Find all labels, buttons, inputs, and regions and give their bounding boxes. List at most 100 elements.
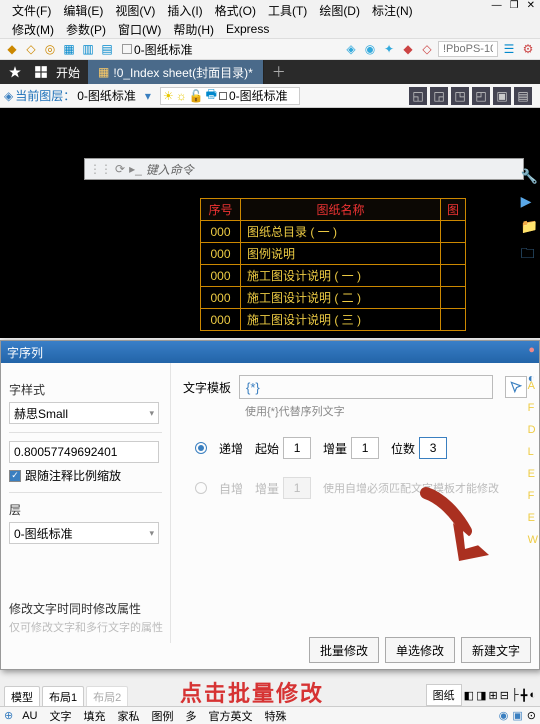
pick-button[interactable] [505,376,527,398]
side-tool-icon[interactable]: ▶ [521,193,538,210]
start-input[interactable]: 1 [283,437,311,459]
menu-view[interactable]: 视图(V) [111,2,159,19]
menu-insert[interactable]: 插入(I) [163,2,206,19]
main-menu: 文件(F) 编辑(E) 视图(V) 插入(I) 格式(O) 工具(T) 绘图(D… [0,0,540,20]
layer-icon[interactable]: ▣ [493,87,511,105]
style-select[interactable]: 赫思Small▾ [9,402,159,424]
status-icon[interactable]: ⊟ [500,689,509,702]
side-tool-icon[interactable]: 📁 [521,218,538,235]
menu-annotate[interactable]: 标注(N) [368,2,417,19]
layer-icon[interactable]: ◱ [409,87,427,105]
status-icon[interactable]: ⊙ [527,709,536,722]
layout-right-tab[interactable]: 图纸 [426,684,462,706]
menu-draw[interactable]: 绘图(D) [315,2,364,19]
layer-icon[interactable]: ◰ [472,87,490,105]
layer-icon[interactable]: ◲ [430,87,448,105]
layer-selector[interactable]: ☀ ☼ 🔓 🖶 0-图纸标准 [160,87,300,105]
start-tab[interactable]: 开始 [48,60,88,84]
search-icon[interactable]: ☰ [501,41,517,57]
new-text-button[interactable]: 新建文字 [461,637,531,663]
auto-hint: 使用自增必须匹配文字模板才能修改 [323,480,499,496]
menu-file[interactable]: 文件(F) [8,2,55,19]
layer-tool-icon[interactable]: ▾ [140,88,156,104]
tool-icon[interactable]: ▥ [80,41,96,57]
side-ruler: A F D L E F E W [528,380,538,546]
dialog-close-icon[interactable]: ● [528,344,535,356]
drawing-canvas[interactable]: ⋮⋮ ⟳ ▸_ 键入命令 序号 图纸名称 图 000图纸总目录 ( 一 ) 00… [0,108,540,338]
close-button[interactable]: ✕ [524,0,538,11]
layer-icon[interactable]: ◳ [451,87,469,105]
status-item[interactable]: 家私 [115,708,143,724]
height-input[interactable]: 0.80057749692401 [9,441,159,463]
template-input[interactable]: {*} [239,375,493,399]
instruction-caption: 点击批量修改 [180,676,324,708]
side-tool-icon[interactable]: 🔧 [521,168,538,185]
status-item[interactable]: 官方英文 [206,708,256,724]
status-item[interactable]: 填充 [81,708,109,724]
status-icon[interactable]: ◨ [476,689,486,702]
min-button[interactable]: — [489,0,505,11]
history-icon[interactable]: ⟳ [115,162,125,176]
menu-modify[interactable]: 修改(M) [8,21,58,38]
status-icon[interactable]: ╋ [521,689,528,702]
tool-icon[interactable]: ◆ [400,41,416,57]
tool-icon[interactable]: ◎ [42,41,58,57]
cmd-prompt: 键入命令 [146,161,194,178]
layout-tab[interactable]: 布局1 [42,686,84,707]
radio-auto[interactable] [195,482,207,494]
tool-icon[interactable]: ◆ [4,41,20,57]
star-icon [8,65,22,79]
menu-help[interactable]: 帮助(H) [169,21,218,38]
menu-tools[interactable]: 工具(T) [264,2,311,19]
batch-modify-button[interactable]: 批量修改 [309,637,379,663]
grip-icon[interactable]: ⋮⋮ [89,162,111,176]
new-tab-button[interactable]: ＋ [264,62,294,82]
scale-checkbox[interactable]: ✓ 跟随注释比例缩放 [9,467,162,484]
step-input[interactable]: 1 [351,437,379,459]
status-item[interactable]: 特殊 [262,708,290,724]
menu-window[interactable]: 窗口(W) [114,21,165,38]
tool-icon[interactable]: ◇ [23,41,39,57]
command-line[interactable]: ⋮⋮ ⟳ ▸_ 键入命令 [84,158,524,180]
menu-param[interactable]: 参数(P) [62,21,110,38]
drawing-table: 序号 图纸名称 图 000图纸总目录 ( 一 ) 000图例说明 000施工图设… [200,198,466,331]
layer-select[interactable]: 0-图纸标准▾ [9,522,159,544]
layer-icon[interactable]: ▤ [514,87,532,105]
settings-icon[interactable]: ⚙ [520,41,536,57]
home-tab[interactable] [0,60,30,84]
status-item[interactable]: 文字 [47,708,75,724]
tool-icon[interactable]: ◈ [343,41,359,57]
window-controls: — ❐ ✕ [489,0,538,11]
search-input[interactable] [438,41,498,57]
footer-note: 修改文字时同时修改属性 仅可修改文字和多行文字的属性 [9,600,163,635]
cmd-prefix-icon: ▸_ [129,162,142,176]
radio-increment[interactable] [195,442,207,454]
tool-icon[interactable]: ▤ [99,41,115,57]
dialog-title-bar[interactable]: 字序列 [1,341,539,363]
tool-icon[interactable]: ✦ [381,41,397,57]
tool-icon[interactable]: ◇ [419,41,435,57]
layout-tab[interactable]: 布局2 [86,686,128,707]
status-icon[interactable]: ▣ [512,709,522,722]
tool-icon[interactable]: ◉ [362,41,378,57]
status-icon[interactable]: ⊞ [488,689,497,702]
status-item[interactable]: 多 [183,708,200,724]
side-tool-icon[interactable]: 🗀 [521,243,538,267]
layer-dropdown[interactable]: 0-图纸标准 [118,41,197,58]
menu-edit[interactable]: 编辑(E) [59,2,107,19]
single-modify-button[interactable]: 单选修改 [385,637,455,663]
status-icon[interactable]: ◐ [529,689,536,701]
menu-express[interactable]: Express [222,22,273,36]
status-icon[interactable]: ◧ [464,689,474,702]
status-item[interactable]: AU [19,710,40,722]
digits-input[interactable]: 3 [419,437,447,459]
status-item[interactable]: 图例 [149,708,177,724]
status-icon[interactable]: ◉ [499,709,509,722]
tool-icon[interactable]: ▦ [61,41,77,57]
status-icon[interactable]: ├ [511,689,519,701]
menu-format[interactable]: 格式(O) [211,2,260,19]
status-icon[interactable]: ⊕ [4,709,13,722]
document-tab[interactable]: ▦ !0_Index sheet(封面目录)* [88,60,264,84]
restore-button[interactable]: ❐ [507,0,522,11]
model-tab[interactable]: 模型 [4,686,40,707]
